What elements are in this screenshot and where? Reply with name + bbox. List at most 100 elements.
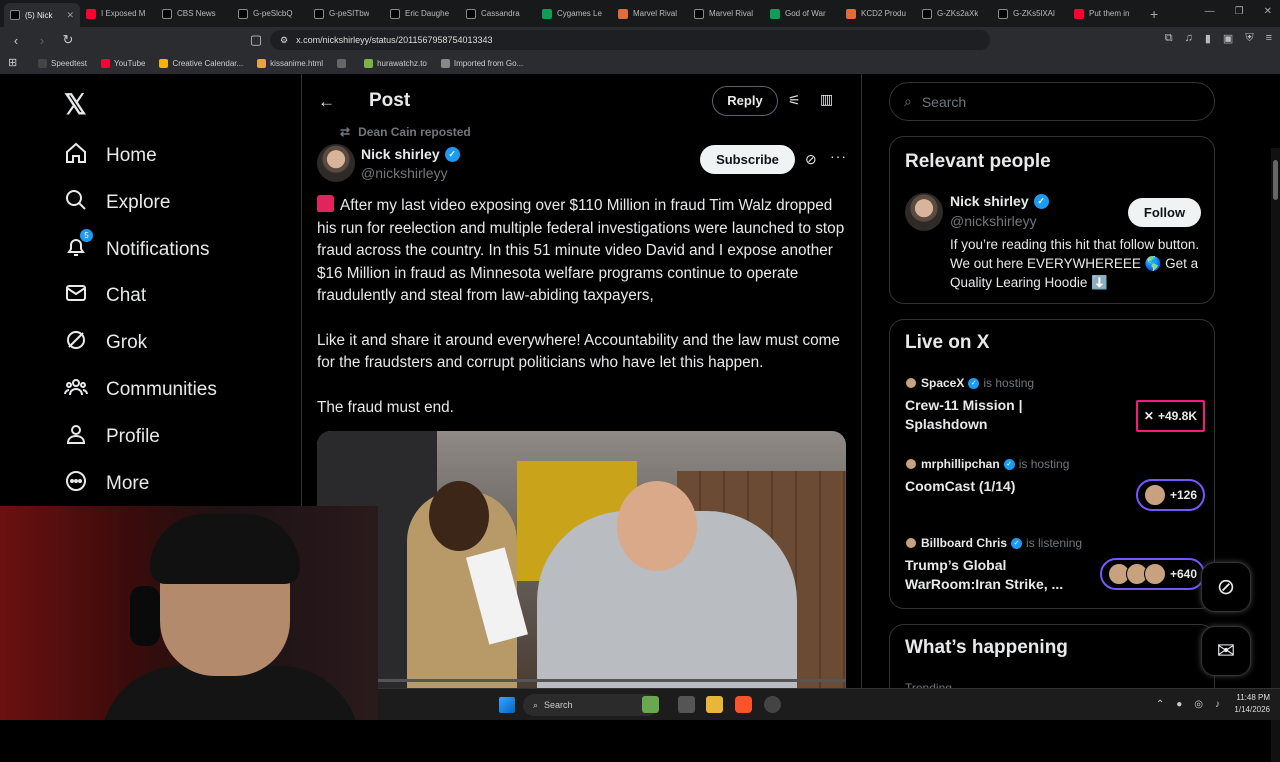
live-host-name[interactable]: mrphillipchan <box>921 457 1000 471</box>
task-view-icon[interactable] <box>678 696 695 713</box>
chevron-up-icon[interactable]: ⌃ <box>1156 699 1164 710</box>
live-host-name[interactable]: Billboard Chris <box>921 536 1007 550</box>
browser-tab[interactable]: G-peSITbw <box>308 0 384 27</box>
browser-tab[interactable]: G-peSlcbQ <box>232 0 308 27</box>
browser-tab[interactable]: G-ZKs2aXk <box>916 0 992 27</box>
nav-item-grok[interactable]: Grok <box>64 328 147 358</box>
bookmark-label[interactable]: kissanime.html <box>270 59 323 68</box>
live-space-title[interactable]: Crew-11 Mission | Splashdown <box>905 396 1105 434</box>
brave-icon[interactable] <box>735 696 752 713</box>
reader-view-icon[interactable]: ▥ <box>820 91 833 108</box>
browser-tab[interactable]: G-ZKs5lXAl <box>992 0 1068 27</box>
browser-tab[interactable]: Marvel Rival <box>688 0 764 27</box>
video-progress-bar[interactable] <box>317 679 846 682</box>
nav-item-chat[interactable]: Chat <box>64 281 146 311</box>
messages-fab-button[interactable]: ✉ <box>1201 626 1251 676</box>
bookmark-label[interactable]: Imported from Go... <box>454 59 523 68</box>
live-item[interactable]: mrphillipchan ✓ is hosting CoomCast (1/14) +… <box>905 457 1205 511</box>
live-join-pill[interactable]: +640 <box>1099 558 1205 590</box>
bookmark-label[interactable]: hurawatchz.to <box>377 59 427 68</box>
start-button-icon[interactable] <box>499 697 515 713</box>
file-explorer-icon[interactable] <box>706 696 723 713</box>
url-text[interactable]: x.com/nickshirleyy/status/20115679587540… <box>296 35 492 45</box>
nav-item-label[interactable]: Chat <box>106 285 146 307</box>
apps-icon[interactable]: ⊞ <box>8 56 17 69</box>
live-space-title[interactable]: Trump’s Global WarRoom:Iran Strike, ... <box>905 556 1105 594</box>
minimize-icon[interactable]: — <box>1205 6 1215 17</box>
address-bar[interactable]: ⚙ x.com/nickshirleyy/status/201156795875… <box>270 30 990 50</box>
nav-item-label[interactable]: Home <box>106 145 157 167</box>
grok-fab-button[interactable]: ⊘ <box>1201 562 1251 612</box>
reply-button[interactable]: Reply <box>712 86 778 116</box>
clock[interactable]: 11:48 PM 1/14/2026 <box>1234 692 1270 716</box>
extensions-icon[interactable]: ⧉ <box>1165 32 1173 45</box>
grok-icon[interactable]: ⊘ <box>805 151 817 168</box>
volume-icon[interactable]: ♪ <box>1215 699 1220 710</box>
bookmark-label[interactable]: Creative Calendar... <box>172 59 243 68</box>
sidebar-icon[interactable]: ▮ <box>1205 32 1211 45</box>
bookmark-item[interactable]: YouTube <box>101 59 145 68</box>
browser-tab[interactable]: KCD2 Produ <box>840 0 916 27</box>
wallet-icon[interactable]: ▣ <box>1223 32 1233 45</box>
browser-tab[interactable]: Put them in <box>1068 0 1144 27</box>
bookmark-item[interactable]: Speedtest <box>38 59 87 68</box>
bookmark-item[interactable]: hurawatchz.to <box>364 59 427 68</box>
browser-tab[interactable]: CBS News <box>156 0 232 27</box>
post-video[interactable] <box>317 431 846 688</box>
repost-text[interactable]: Dean Cain reposted <box>358 125 471 139</box>
subscribe-button[interactable]: Subscribe <box>700 145 795 174</box>
nav-item-label[interactable]: Communities <box>106 379 217 401</box>
shield-icon[interactable]: ⛨ <box>1245 32 1253 45</box>
author-avatar[interactable] <box>317 144 355 182</box>
relevant-name-row[interactable]: Nick shirley ✓ <box>950 193 1049 209</box>
bookmark-icon[interactable]: ▢ <box>246 32 266 48</box>
nav-item-more[interactable]: More <box>64 469 149 499</box>
window-controls[interactable]: — ❐ ✕ <box>1205 6 1272 17</box>
live-item[interactable]: SpaceX ✓ is hosting Crew-11 Mission | Splas… <box>905 376 1205 434</box>
search-input[interactable]: ⌕ Search <box>889 82 1215 121</box>
taskbar-search[interactable]: ⌕ Search <box>523 694 659 716</box>
site-info-icon[interactable]: ⚙ <box>280 35 288 46</box>
nav-item-explore[interactable]: Explore <box>64 188 170 218</box>
live-join-pill[interactable]: ✕ +49.8K <box>1135 400 1205 432</box>
clock-date[interactable]: 1/14/2026 <box>1234 704 1270 716</box>
nav-item-label[interactable]: Notifications <box>106 239 210 261</box>
live-space-title[interactable]: CoomCast (1/14) <box>905 477 1105 496</box>
browser-tab[interactable]: I Exposed M <box>80 0 156 27</box>
network-icon[interactable]: ◎ <box>1194 699 1203 710</box>
browser-tab[interactable]: God of War <box>764 0 840 27</box>
x-logo-icon[interactable]: 𝕏 <box>64 88 87 121</box>
browser-tab[interactable]: Cassandra <box>460 0 536 27</box>
nav-item-label[interactable]: Grok <box>106 332 147 354</box>
menu-icon[interactable]: ≡ <box>1266 32 1272 45</box>
scrollbar[interactable] <box>1271 148 1280 762</box>
author-handle[interactable]: @nickshirleyy <box>361 165 448 181</box>
browser-tab[interactable]: (5) Nick ✕ <box>4 3 80 27</box>
live-join-pill[interactable]: +126 <box>1135 479 1205 511</box>
live-host-name[interactable]: SpaceX <box>921 376 964 390</box>
relevant-name[interactable]: Nick shirley <box>950 193 1029 209</box>
widgets-icon[interactable] <box>642 696 659 713</box>
author-name-row[interactable]: Nick shirley ✓ <box>361 146 460 162</box>
follow-button[interactable]: Follow <box>1128 198 1201 227</box>
relevant-avatar[interactable] <box>905 193 943 231</box>
relevant-handle[interactable]: @nickshirleyy <box>950 213 1037 229</box>
more-options-icon[interactable]: ··· <box>830 148 847 164</box>
close-window-icon[interactable]: ✕ <box>1264 6 1272 17</box>
back-icon[interactable]: ‹ <box>6 33 26 48</box>
app-icon[interactable] <box>764 696 781 713</box>
filter-icon[interactable]: ⚟ <box>788 92 801 109</box>
maximize-icon[interactable]: ❐ <box>1235 6 1244 17</box>
new-tab-icon[interactable]: + <box>1150 6 1158 22</box>
nav-item-home[interactable]: Home <box>64 141 157 171</box>
browser-tab[interactable]: Eric Daughe <box>384 0 460 27</box>
bookmark-label[interactable]: Speedtest <box>51 59 87 68</box>
bookmark-item[interactable] <box>337 59 350 68</box>
nav-item-label[interactable]: Profile <box>106 426 160 448</box>
nav-item-label[interactable]: Explore <box>106 192 170 214</box>
bookmark-item[interactable]: kissanime.html <box>257 59 323 68</box>
back-arrow-icon[interactable]: ← <box>318 92 335 112</box>
bookmark-label[interactable]: YouTube <box>114 59 145 68</box>
close-tab-icon[interactable]: ✕ <box>66 10 74 21</box>
browser-tab[interactable]: Marvel Rival <box>612 0 688 27</box>
